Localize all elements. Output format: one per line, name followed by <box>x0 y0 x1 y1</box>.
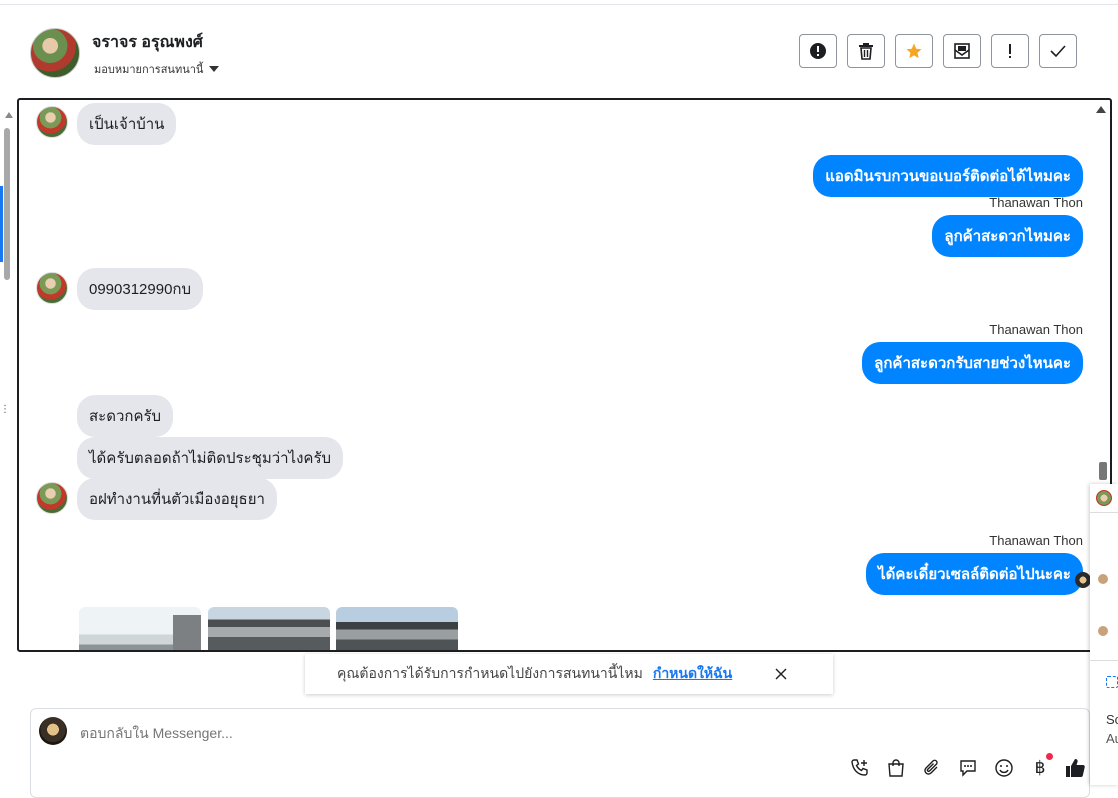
incoming-message[interactable]: ได้ครับตลอดถ้าไม่ติดประชุมว่าไงครับ <box>77 437 344 479</box>
tag-icon <box>1106 676 1118 688</box>
check-icon <box>1050 45 1066 58</box>
delete-button[interactable] <box>847 34 885 68</box>
page-avatar <box>39 717 67 745</box>
incoming-message[interactable]: สะดวกครับ <box>77 395 174 437</box>
assign-to-me-link[interactable]: กำหนดให้ฉัน <box>653 663 732 685</box>
customer-avatar-small <box>36 272 68 304</box>
sender-name: Thanawan Thon <box>989 533 1083 548</box>
paperclip-icon[interactable] <box>921 757 943 779</box>
side-panel[interactable]: Sc Au <box>1090 484 1118 785</box>
shopping-bag-icon[interactable] <box>885 757 907 779</box>
outgoing-message[interactable]: แอดมินรบกวนขอเบอร์ติดต่อได้ไหมคะ <box>813 155 1083 197</box>
spam-button[interactable] <box>799 34 837 68</box>
attachment-image[interactable] <box>79 607 201 650</box>
panel-text: Au <box>1106 731 1118 746</box>
ellipsis-icon[interactable]: ⋮ <box>0 404 10 415</box>
saved-reply-icon[interactable] <box>957 757 979 779</box>
envelope-icon <box>954 43 970 59</box>
active-indicator <box>0 186 3 262</box>
assign-dropdown[interactable]: มอบหมายการสนทนานี้ <box>94 60 220 78</box>
phone-add-icon[interactable] <box>849 757 871 779</box>
assign-label: มอบหมายการสนทนานี้ <box>94 64 204 76</box>
contact-avatar <box>1098 574 1108 584</box>
customer-avatar-small <box>36 106 68 138</box>
sender-name: Thanawan Thon <box>989 322 1083 337</box>
panel-text: Sc <box>1106 712 1118 727</box>
exclamation-icon <box>1009 44 1011 58</box>
alert-circle-icon <box>810 43 826 59</box>
reply-input[interactable] <box>78 722 782 744</box>
read-receipt-avatar <box>1075 572 1091 588</box>
customer-avatar-small <box>36 482 68 514</box>
assign-prompt: คุณต้องการได้รับการกำหนดไปยังการสนทนานี้… <box>305 654 833 694</box>
notification-dot <box>1046 753 1053 760</box>
follow-up-button[interactable] <box>991 34 1029 68</box>
star-icon <box>906 43 922 59</box>
scroll-up-arrow[interactable] <box>1096 106 1106 113</box>
thumbs-up-icon[interactable] <box>1064 757 1086 779</box>
outgoing-message[interactable]: ได้คะเดี๋ยวเซลล์ติดต่อไปนะคะ <box>866 553 1083 595</box>
customer-avatar[interactable] <box>30 28 80 78</box>
conversation-scrollbar-thumb[interactable] <box>1099 462 1107 480</box>
contact-avatar <box>1096 490 1112 506</box>
contact-avatar <box>1098 626 1108 636</box>
customer-name[interactable]: จราจร อรุณพงศ์ <box>92 30 203 55</box>
incoming-message[interactable]: 0990312990กบ <box>77 268 204 310</box>
incoming-message[interactable]: เป็นเจ้าบ้าน <box>77 103 177 145</box>
page-scrollbar-thumb[interactable] <box>4 128 10 280</box>
baht-icon[interactable]: ฿ <box>1029 757 1051 779</box>
chevron-down-icon <box>209 66 220 72</box>
trash-icon <box>859 43 873 60</box>
outgoing-message[interactable]: ลูกค้าสะดวกไหมคะ <box>932 215 1083 257</box>
star-button[interactable] <box>895 34 933 68</box>
mark-unread-button[interactable] <box>943 34 981 68</box>
close-icon[interactable] <box>775 668 787 680</box>
attachment-image[interactable] <box>336 607 458 650</box>
incoming-message[interactable]: อฝทำงานที่นตัวเมืองอยุธยา <box>77 478 277 520</box>
top-divider <box>0 4 1118 5</box>
sender-name: Thanawan Thon <box>989 195 1083 210</box>
outgoing-message[interactable]: ลูกค้าสะดวกรับสายช่วงไหนคะ <box>862 342 1083 384</box>
attachment-image[interactable] <box>208 607 330 650</box>
conversation-pane[interactable]: เป็นเจ้าบ้าน แอดมินรบกวนขอเบอร์ติดต่อได้… <box>17 98 1112 652</box>
emoji-icon[interactable] <box>993 757 1015 779</box>
scroll-up-arrow[interactable] <box>5 112 13 118</box>
assign-prompt-text: คุณต้องการได้รับการกำหนดไปยังการสนทนานี้… <box>337 665 643 681</box>
done-button[interactable] <box>1039 34 1077 68</box>
